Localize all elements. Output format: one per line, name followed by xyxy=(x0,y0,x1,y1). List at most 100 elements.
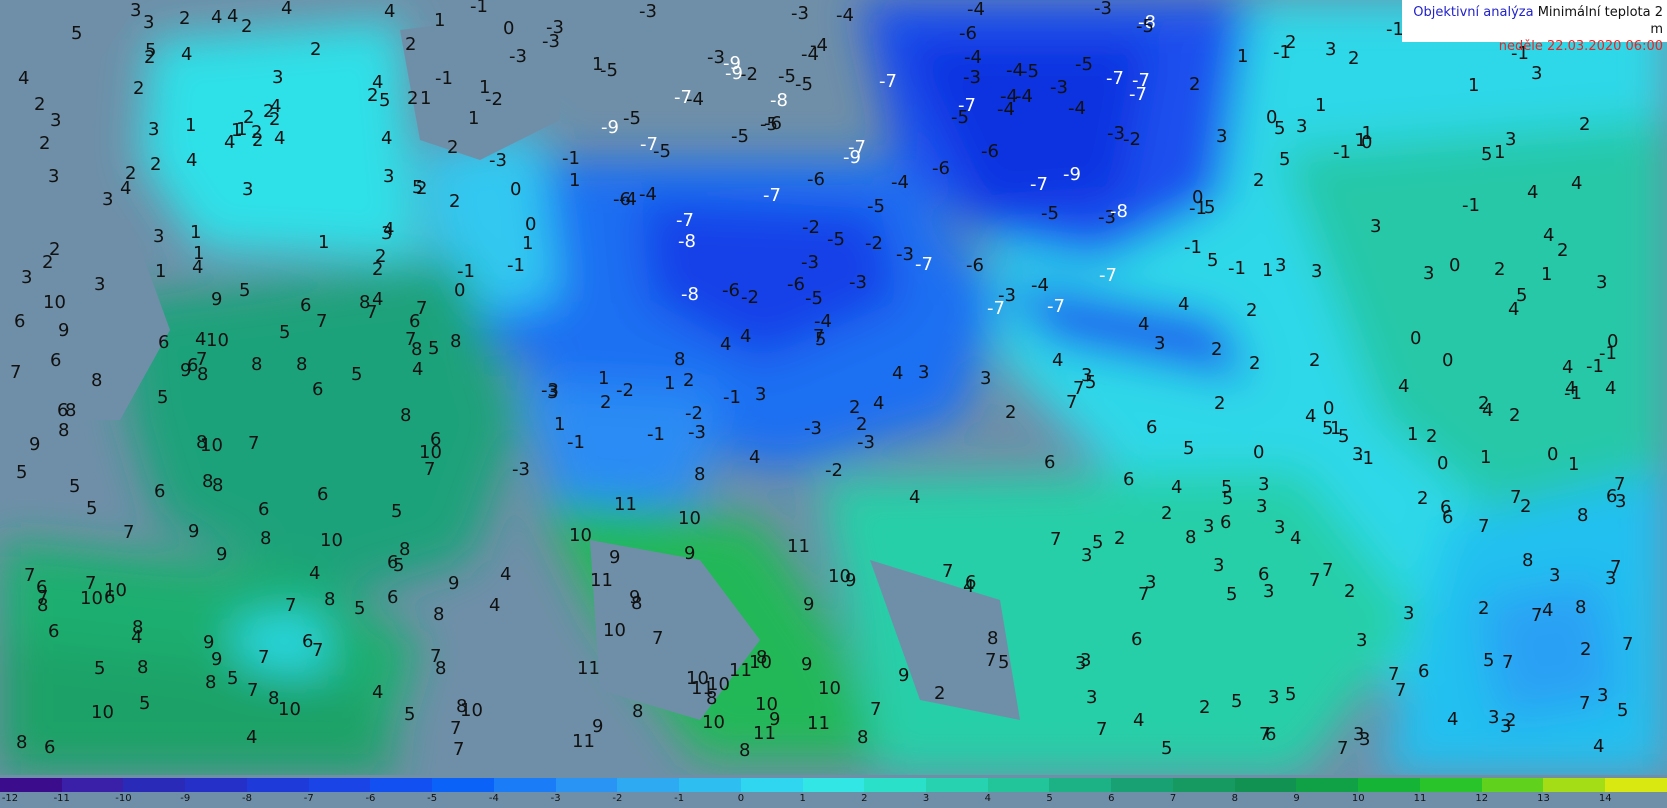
station-value: 7 xyxy=(1579,693,1590,714)
station-value: 9 xyxy=(898,665,909,686)
station-value: 6 xyxy=(387,587,398,608)
station-value: 2 xyxy=(1161,503,1172,524)
station-value: -4 xyxy=(836,5,854,26)
station-value: 4 xyxy=(1482,400,1493,421)
station-value: 1 xyxy=(554,414,565,435)
station-value: 4 xyxy=(892,363,903,384)
station-value: 0 xyxy=(1323,398,1334,419)
station-value: 4 xyxy=(1593,736,1604,757)
station-value: -5 xyxy=(1136,16,1154,37)
legend-tick-label: -3 xyxy=(550,793,561,804)
station-value: 2 xyxy=(1309,350,1320,371)
station-value: 2 xyxy=(367,85,378,106)
station-value: 5 xyxy=(139,693,150,714)
station-value: 6 xyxy=(430,429,441,450)
station-value: 11 xyxy=(590,570,613,591)
station-value: 6 xyxy=(1265,724,1276,745)
station-value: 3 xyxy=(1488,707,1499,728)
station-value: 1 xyxy=(185,115,196,136)
station-value: 3 xyxy=(1154,333,1165,354)
station-value: 8 xyxy=(197,364,208,385)
station-value: 2 xyxy=(1417,488,1428,509)
station-value: 0 xyxy=(1437,453,1448,474)
station-value: -7 xyxy=(1106,68,1124,89)
station-value: -2 xyxy=(1123,129,1141,150)
station-value: 7 xyxy=(285,595,296,616)
station-value: 3 xyxy=(383,166,394,187)
station-value: 3 xyxy=(918,362,929,383)
station-value: -1 xyxy=(1333,142,1351,163)
title-date: neděle 22.03.2020 06:00 xyxy=(1498,39,1663,54)
station-value: 4 xyxy=(246,727,257,748)
station-value: 8 xyxy=(694,464,705,485)
station-value: -6 xyxy=(981,141,999,162)
station-value: 9 xyxy=(684,543,695,564)
station-value: 2 xyxy=(1189,74,1200,95)
station-value: 2 xyxy=(1494,259,1505,280)
legend-tick-label: -6 xyxy=(365,793,376,804)
legend-tick-label: -11 xyxy=(53,793,70,804)
station-value: 1 xyxy=(1315,95,1326,116)
station-value: 6 xyxy=(1418,661,1429,682)
station-value: 5 xyxy=(354,598,365,619)
station-value: 9 xyxy=(58,320,69,341)
station-value: 3 xyxy=(1203,516,1214,537)
station-value: -9 xyxy=(843,147,861,168)
station-value: -4 xyxy=(619,189,637,210)
station-value: 7 xyxy=(942,561,953,582)
station-value: 10 xyxy=(104,580,127,601)
station-value: 3 xyxy=(1081,545,1092,566)
station-value: 9 xyxy=(216,544,227,565)
station-value: 5 xyxy=(86,498,97,519)
station-value: 5 xyxy=(998,652,1009,673)
station-value: 2 xyxy=(34,94,45,115)
station-value: 4 xyxy=(181,44,192,65)
legend-swatch xyxy=(617,778,680,792)
station-value: -5 xyxy=(778,66,796,87)
station-value: 3 xyxy=(21,267,32,288)
legend-tick-label: 8 xyxy=(1231,793,1238,804)
title-box: Objektivní analýza Minimální teplota 2 m… xyxy=(1402,0,1667,54)
station-value: 2 xyxy=(375,246,386,267)
station-value: 4 xyxy=(1138,314,1149,335)
station-value: 2 xyxy=(1478,598,1489,619)
station-value: 8 xyxy=(987,628,998,649)
station-value: -3 xyxy=(707,47,725,68)
station-value: 5 xyxy=(157,387,168,408)
station-value: 0 xyxy=(510,179,521,200)
station-value: 2 xyxy=(407,88,418,109)
station-value: 5 xyxy=(1231,691,1242,712)
station-value: 2 xyxy=(1249,353,1260,374)
station-value: 4 xyxy=(720,334,731,355)
station-value: 11 xyxy=(614,494,637,515)
station-value: -9 xyxy=(723,53,741,74)
station-value: 5 xyxy=(1285,684,1296,705)
station-value: 7 xyxy=(1510,487,1521,508)
legend-swatch xyxy=(864,778,927,792)
station-value: 6 xyxy=(258,499,269,520)
station-value: 4 xyxy=(211,7,222,28)
station-value: -5 xyxy=(867,196,885,217)
legend-swatch xyxy=(1234,778,1297,792)
station-value: -3 xyxy=(998,285,1016,306)
legend-swatch xyxy=(926,778,988,792)
station-value: -3 xyxy=(791,3,809,24)
legend-tick-label: -8 xyxy=(241,793,252,804)
station-value: -5 xyxy=(951,107,969,128)
station-value: 8 xyxy=(739,740,750,761)
station-value: 2 xyxy=(42,252,53,273)
station-value: 3 xyxy=(50,110,61,131)
station-value: 2 xyxy=(1253,170,1264,191)
station-value: 8 xyxy=(251,354,262,375)
station-value: 5 xyxy=(351,364,362,385)
station-value: 8 xyxy=(631,593,642,614)
station-value: 6 xyxy=(387,552,398,573)
station-value: -5 xyxy=(653,141,671,162)
station-value: 11 xyxy=(577,658,600,679)
station-value: 1 xyxy=(434,10,445,31)
station-value: -9 xyxy=(601,117,619,138)
station-value: -4 xyxy=(1006,60,1024,81)
station-value: 3 xyxy=(1531,63,1542,84)
station-value: 8 xyxy=(411,339,422,360)
legend-swatch xyxy=(1605,778,1667,792)
